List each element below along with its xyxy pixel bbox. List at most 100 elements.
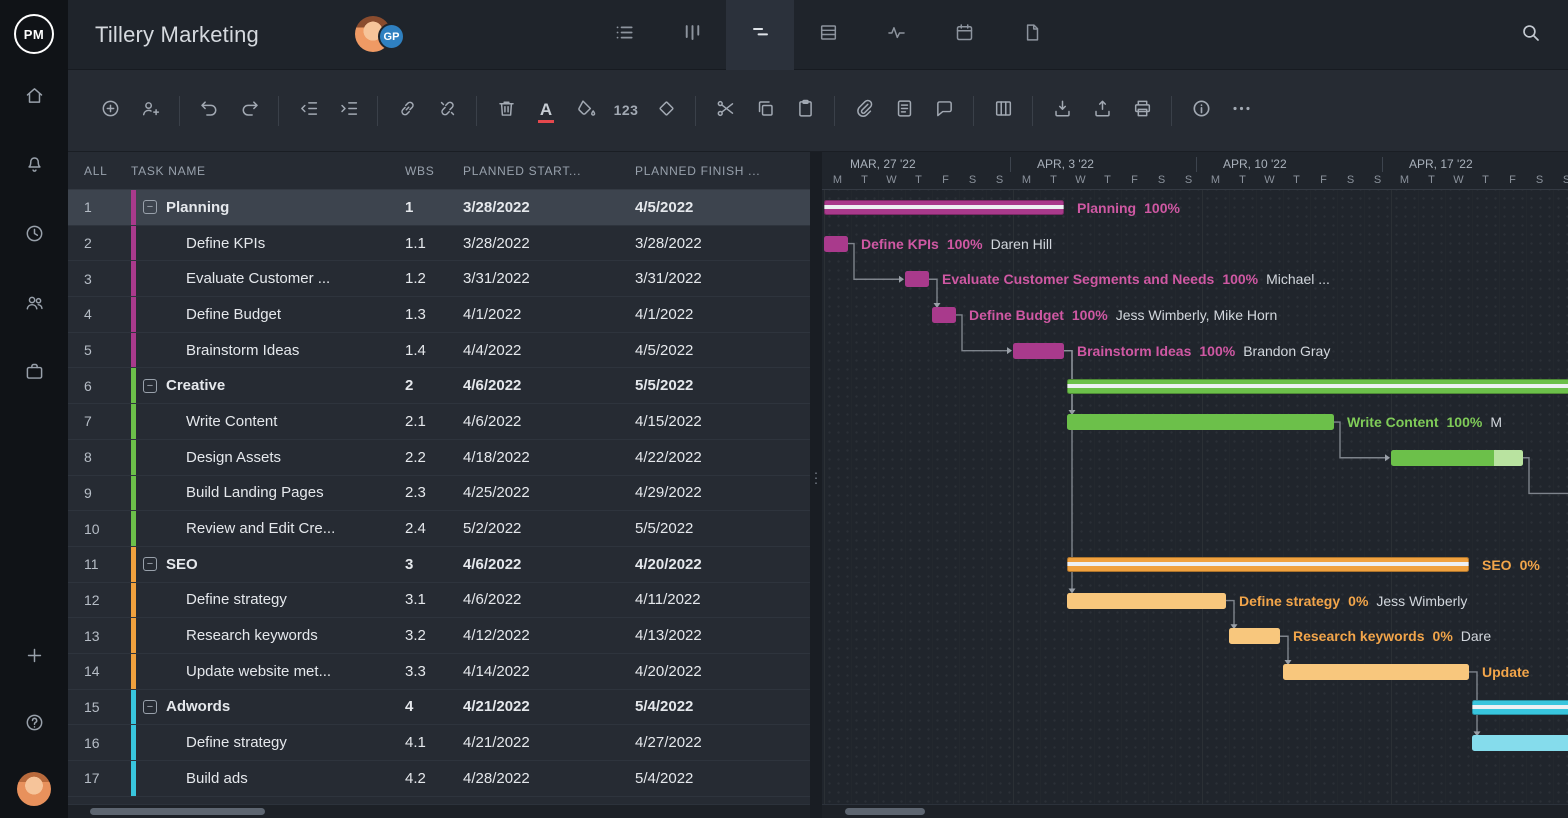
table-row[interactable]: 3Evaluate Customer ...1.23/31/20223/31/2… <box>68 261 810 297</box>
table-row[interactable]: 2Define KPIs1.13/28/20223/28/2022 <box>68 226 810 262</box>
task-name-cell: Evaluate Customer ... <box>131 261 395 296</box>
collapse-toggle-icon[interactable]: − <box>143 200 157 214</box>
gantt-body: Planning100%Define KPIs100%Daren HillEva… <box>822 190 1568 804</box>
gantt-bar-seo[interactable] <box>1067 557 1469 572</box>
gantt-bar-design-assets[interactable] <box>1391 450 1523 466</box>
table-row[interactable]: 5Brainstorm Ideas1.44/4/20224/5/2022 <box>68 333 810 369</box>
sidebar-item-team[interactable] <box>14 285 54 325</box>
timeline-day-letter: S <box>986 172 1013 190</box>
table-row[interactable]: 12Define strategy3.14/6/20224/11/2022 <box>68 583 810 619</box>
collapse-toggle-icon[interactable]: − <box>143 379 157 393</box>
view-tab-list[interactable] <box>590 0 658 70</box>
undo-button[interactable] <box>189 91 229 131</box>
view-tab-doc[interactable] <box>998 0 1066 70</box>
sidebar-item-home[interactable] <box>14 78 54 118</box>
column-header-all[interactable]: ALL <box>68 164 131 178</box>
gantt-bar-update-website[interactable] <box>1283 664 1469 680</box>
comment-button[interactable] <box>924 91 964 131</box>
task-name-label: Build Landing Pages <box>186 484 324 501</box>
text-color-button[interactable]: A <box>526 91 566 131</box>
sidebar-help-button[interactable] <box>14 705 54 745</box>
collapse-toggle-icon[interactable]: − <box>143 557 157 571</box>
gantt-bar-adwords-define-strategy[interactable] <box>1472 735 1568 751</box>
row-number: 14 <box>68 654 131 689</box>
table-scrollbar-thumb[interactable] <box>90 808 265 815</box>
gantt-bar-evaluate[interactable] <box>905 271 929 287</box>
link-tasks-icon <box>397 98 418 124</box>
more-button[interactable] <box>1221 91 1261 131</box>
task-name-label: Adwords <box>166 698 230 715</box>
search-button[interactable] <box>1506 0 1554 70</box>
info-button[interactable] <box>1181 91 1221 131</box>
print-button[interactable] <box>1122 91 1162 131</box>
delete-button[interactable] <box>486 91 526 131</box>
paste-button[interactable] <box>785 91 825 131</box>
import-button[interactable] <box>1042 91 1082 131</box>
table-row[interactable]: 11−SEO34/6/20224/20/2022 <box>68 547 810 583</box>
gantt-bar-planning[interactable] <box>824 200 1064 215</box>
table-row[interactable]: 17Build ads4.24/28/20225/4/2022 <box>68 761 810 797</box>
gantt-bar-creative[interactable] <box>1067 379 1568 394</box>
pm-logo[interactable]: PM <box>14 14 54 54</box>
view-tab-activity[interactable] <box>862 0 930 70</box>
table-row[interactable]: 4Define Budget1.34/1/20224/1/2022 <box>68 297 810 333</box>
timeline-day-letter: M <box>1013 172 1040 190</box>
notes-button[interactable] <box>884 91 924 131</box>
sidebar-item-portfolio[interactable] <box>14 354 54 394</box>
user-avatar[interactable] <box>17 772 51 806</box>
pane-splitter[interactable] <box>810 152 822 818</box>
table-row[interactable]: 14Update website met...3.34/14/20224/20/… <box>68 654 810 690</box>
wbs-cell: 2.1 <box>395 404 455 439</box>
gantt-bar-brainstorm[interactable] <box>1013 343 1064 359</box>
content-area: ALL TASK NAME WBS PLANNED START... PLANN… <box>68 152 1568 818</box>
outdent-button[interactable] <box>288 91 328 131</box>
unlink-tasks-button[interactable] <box>427 91 467 131</box>
column-header-task-name[interactable]: TASK NAME <box>131 164 395 178</box>
collapse-toggle-icon[interactable]: − <box>143 700 157 714</box>
column-header-wbs[interactable]: WBS <box>395 164 455 178</box>
link-tasks-button[interactable] <box>387 91 427 131</box>
table-row[interactable]: 9Build Landing Pages2.34/25/20224/29/202… <box>68 476 810 512</box>
gantt-horizontal-scrollbar[interactable] <box>822 804 1568 818</box>
gantt-bar-define-kpis[interactable] <box>824 236 848 252</box>
member-avatar-badge[interactable]: GP <box>378 23 405 50</box>
table-row[interactable]: 1−Planning13/28/20224/5/2022 <box>68 190 810 226</box>
sidebar-add-button[interactable] <box>14 638 54 678</box>
sidebar-item-notifications[interactable] <box>14 147 54 187</box>
number-format-button[interactable]: 123 <box>606 91 646 131</box>
assign-user-button[interactable] <box>130 91 170 131</box>
sidebar-item-recent[interactable] <box>14 216 54 256</box>
table-row[interactable]: 15−Adwords44/21/20225/4/2022 <box>68 690 810 726</box>
table-row[interactable]: 8Design Assets2.24/18/20224/22/2022 <box>68 440 810 476</box>
gantt-scrollbar-thumb[interactable] <box>845 808 925 815</box>
table-row[interactable]: 7Write Content2.14/6/20224/15/2022 <box>68 404 810 440</box>
view-tab-calendar[interactable] <box>930 0 998 70</box>
gantt-bar-seo-define-strategy[interactable] <box>1067 593 1226 609</box>
gantt-bar-define-budget[interactable] <box>932 307 956 323</box>
view-tab-sheet[interactable] <box>794 0 862 70</box>
view-tab-board[interactable] <box>658 0 726 70</box>
indent-button[interactable] <box>328 91 368 131</box>
gantt-bar-research-keywords[interactable] <box>1229 628 1280 644</box>
add-task-button[interactable] <box>90 91 130 131</box>
export-button[interactable] <box>1082 91 1122 131</box>
view-tab-gantt[interactable] <box>726 0 794 70</box>
gantt-bar-adwords[interactable] <box>1472 700 1568 715</box>
table-row[interactable]: 13Research keywords3.24/12/20224/13/2022 <box>68 618 810 654</box>
manage-columns-button[interactable] <box>983 91 1023 131</box>
copy-button[interactable] <box>745 91 785 131</box>
table-row[interactable]: 16Define strategy4.14/21/20224/27/2022 <box>68 725 810 761</box>
gantt-bar-write-content[interactable] <box>1067 414 1334 430</box>
redo-button[interactable] <box>229 91 269 131</box>
row-number: 4 <box>68 297 131 332</box>
milestone-button[interactable] <box>646 91 686 131</box>
cut-button[interactable] <box>705 91 745 131</box>
fill-color-button[interactable] <box>566 91 606 131</box>
attachment-button[interactable] <box>844 91 884 131</box>
table-row[interactable]: 10Review and Edit Cre...2.45/2/20225/5/2… <box>68 511 810 547</box>
table-row[interactable]: 6−Creative24/6/20225/5/2022 <box>68 368 810 404</box>
column-header-planned-start[interactable]: PLANNED START... <box>455 164 625 178</box>
table-horizontal-scrollbar[interactable] <box>68 804 810 818</box>
gantt-bar-task-name: Define strategy <box>1239 593 1340 609</box>
column-header-planned-finish[interactable]: PLANNED FINISH ... <box>625 164 810 178</box>
